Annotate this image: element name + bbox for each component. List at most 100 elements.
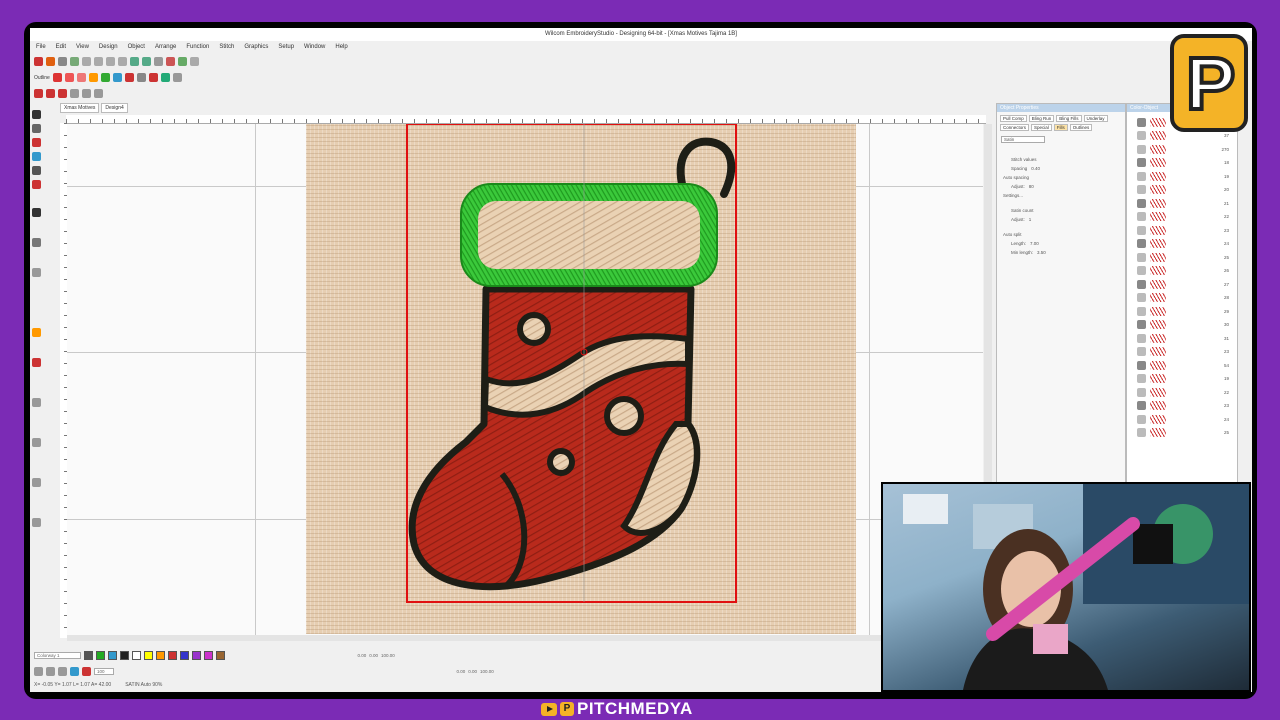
color-object-row[interactable]: 28 [1137, 293, 1229, 302]
zoom-tool-icon[interactable] [32, 438, 41, 447]
mirror-icon[interactable] [70, 89, 79, 98]
redo-icon[interactable] [142, 57, 151, 66]
menu-graphics[interactable]: Graphics [244, 42, 268, 53]
fill-type-select[interactable]: Satin [1001, 136, 1046, 143]
color-swatch[interactable] [203, 650, 213, 660]
applique-tool-icon[interactable] [32, 398, 41, 407]
menu-arrange[interactable]: Arrange [155, 42, 176, 53]
color-icon[interactable] [100, 73, 110, 82]
color-object-row[interactable]: 22 [1137, 387, 1229, 397]
view-icon[interactable] [58, 666, 67, 676]
stitch-player-icon[interactable] [166, 57, 175, 66]
ellipse-icon[interactable] [32, 166, 41, 175]
color-object-row[interactable]: 23 [1137, 225, 1229, 235]
undo-icon[interactable] [130, 57, 139, 66]
pan-icon[interactable] [32, 478, 41, 487]
color-object-row[interactable]: 18 [1137, 158, 1229, 167]
length-value[interactable]: 7.00 [1030, 241, 1039, 246]
lock-icon[interactable] [124, 73, 134, 82]
pencil-icon[interactable] [32, 138, 41, 147]
new-icon[interactable] [34, 57, 43, 66]
knife-icon[interactable] [58, 89, 67, 98]
menu-design[interactable]: Design [99, 42, 118, 53]
tab-fills[interactable]: Fills [1053, 124, 1068, 131]
tab-special[interactable]: Special [1031, 124, 1052, 131]
color-swatch[interactable] [119, 650, 129, 660]
measure-icon[interactable] [32, 238, 41, 247]
monogram-icon[interactable] [32, 518, 41, 527]
width-field[interactable]: 0.00 [369, 653, 378, 658]
color-swatch[interactable] [143, 650, 153, 660]
pointer-icon[interactable] [32, 110, 41, 119]
color-object-row[interactable]: 20 [1137, 185, 1229, 194]
tatami-icon[interactable] [76, 73, 86, 82]
color-swatch[interactable] [155, 650, 165, 660]
settings-link[interactable]: Settings... [1003, 193, 1023, 198]
tab-outlines[interactable]: Outlines [1069, 124, 1093, 131]
color-swatch[interactable] [83, 650, 93, 660]
tab-underlay[interactable]: Underlay [1083, 115, 1108, 122]
menu-object[interactable]: Object [128, 42, 145, 53]
color-object-row[interactable]: 25 [1137, 252, 1229, 262]
reshape-icon[interactable] [46, 89, 55, 98]
color-object-row[interactable]: 26 [1137, 266, 1229, 275]
stocking-design[interactable] [306, 123, 856, 634]
color-object-row[interactable]: 29 [1137, 306, 1229, 316]
paste-icon[interactable] [118, 57, 127, 66]
circle-tool-icon[interactable] [32, 208, 41, 217]
color-swatch[interactable] [107, 650, 117, 660]
zoom-icon[interactable] [154, 57, 163, 66]
rotate-icon[interactable] [82, 89, 91, 98]
canvas-horizontal-scrollbar[interactable] [67, 635, 983, 641]
text-icon[interactable] [172, 73, 182, 82]
color-swatch[interactable] [131, 650, 141, 660]
color-object-row[interactable]: 19 [1137, 171, 1229, 181]
color-object-row[interactable]: 25 [1137, 428, 1229, 437]
color-swatch[interactable] [167, 650, 177, 660]
layers-icon[interactable] [112, 73, 122, 82]
grid-icon[interactable] [190, 57, 199, 66]
align-icon[interactable] [136, 73, 146, 82]
menu-file[interactable]: File [36, 42, 46, 53]
menu-stitch[interactable]: Stitch [219, 42, 234, 53]
color-object-row[interactable]: 19 [1137, 374, 1229, 383]
color-object-row[interactable]: 24 [1137, 414, 1229, 424]
applique-icon[interactable] [160, 73, 170, 82]
cut-icon[interactable] [94, 57, 103, 66]
reshape-tool-icon[interactable] [32, 124, 41, 133]
height-field[interactable]: 0.00 [468, 669, 477, 674]
save-icon[interactable] [70, 57, 79, 66]
auto-split-checkbox[interactable]: Auto split [1003, 232, 1022, 237]
position-y-field[interactable]: 0.00 [457, 669, 466, 674]
color-object-row[interactable]: 37 [1137, 131, 1229, 140]
tab-pull-comp[interactable]: Pull Comp [1000, 115, 1027, 122]
fill-icon[interactable] [52, 73, 62, 82]
color-swatch[interactable] [191, 650, 201, 660]
position-x-field[interactable]: 0.00 [358, 653, 367, 658]
text-tool-icon[interactable] [32, 152, 41, 161]
tab-design4[interactable]: Design4 [101, 103, 128, 113]
menu-function[interactable]: Function [186, 42, 209, 53]
stitch-tool-icon[interactable] [32, 358, 41, 367]
auto-spacing-adjust-value[interactable]: 80 [1029, 184, 1034, 189]
color-swatch[interactable] [95, 650, 105, 660]
color-swatch[interactable] [215, 650, 225, 660]
min-length-value[interactable]: 3.50 [1037, 250, 1046, 255]
satin-icon[interactable] [64, 73, 74, 82]
color-object-row[interactable]: 21 [1137, 198, 1229, 208]
color-object-row[interactable]: 31 [1137, 333, 1229, 343]
fill-tool-icon[interactable] [32, 328, 41, 337]
color-object-row[interactable]: 23 [1137, 347, 1229, 356]
satin-count-value[interactable]: 1 [1029, 217, 1032, 222]
color-object-row[interactable]: 23 [1137, 401, 1229, 410]
copy-icon[interactable] [106, 57, 115, 66]
shape-icon[interactable] [148, 73, 158, 82]
scale-w-field[interactable]: 100.00 [381, 653, 395, 658]
run-icon[interactable] [88, 73, 98, 82]
zoom-field[interactable]: 100 [94, 667, 114, 675]
color-object-row[interactable]: 54 [1137, 360, 1229, 370]
color-object-row[interactable]: 24 [1137, 239, 1229, 248]
menu-edit[interactable]: Edit [56, 42, 66, 53]
tab-connectors[interactable]: Connectors [1000, 124, 1030, 131]
show-icon[interactable] [178, 57, 187, 66]
